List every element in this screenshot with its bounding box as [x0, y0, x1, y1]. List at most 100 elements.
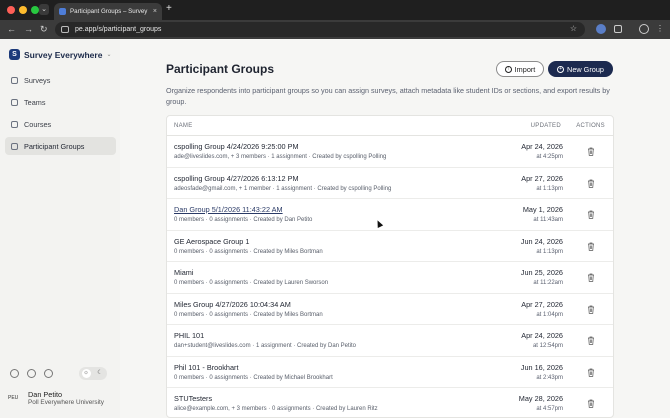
sidebar-item-label: Teams: [24, 97, 46, 107]
new-group-label: New Group: [567, 64, 604, 74]
updated-time: at 4:57pm: [536, 406, 563, 412]
more-menu-icon[interactable]: ⋮: [656, 24, 664, 34]
app-container: S Survey Everywhere ⌄ Surveys Teams Cour…: [0, 39, 670, 418]
group-name[interactable]: Phil 101 - Brookhart: [174, 363, 239, 372]
sidebar-item-surveys[interactable]: Surveys: [5, 71, 116, 89]
tab-search-button[interactable]: ⌄: [39, 4, 49, 15]
updated-date: Apr 24, 2026: [521, 142, 563, 151]
clipboard-icon: [11, 76, 18, 84]
table-row[interactable]: STUTesters alice@example.com, + 3 members…: [167, 388, 613, 417]
bookmark-star-icon[interactable]: ☆: [570, 24, 577, 33]
address-bar[interactable]: pe.app/s/participant_groups ☆: [55, 22, 585, 37]
group-name[interactable]: Miami: [174, 268, 193, 277]
moon-icon[interactable]: ☾: [96, 369, 105, 378]
column-header-actions: ACTIONS: [576, 123, 605, 129]
support-icon[interactable]: [44, 369, 53, 378]
new-group-button[interactable]: + New Group: [548, 61, 613, 77]
site-info-icon[interactable]: [61, 26, 69, 33]
sidebar-item-participant-groups[interactable]: Participant Groups: [5, 137, 116, 155]
updated-date: May 1, 2026: [522, 205, 563, 214]
updated-date: Apr 24, 2026: [521, 331, 563, 340]
trash-icon[interactable]: [587, 179, 595, 188]
updated-date: Jun 25, 2026: [520, 268, 563, 277]
group-name[interactable]: cspolling Group 4/24/2026 9:25:00 PM: [174, 142, 299, 151]
table-header: NAME UPDATED ACTIONS: [167, 116, 613, 136]
url-text: pe.app/s/participant_groups: [75, 26, 162, 33]
import-button[interactable]: ↑ Import: [496, 61, 544, 77]
trash-icon[interactable]: [587, 305, 595, 314]
back-arrow-icon[interactable]: ←: [7, 23, 16, 35]
sidebar-utility-icons: [10, 369, 53, 378]
brand[interactable]: S Survey Everywhere ⌄: [9, 49, 111, 60]
group-name[interactable]: Miles Group 4/27/2026 10:04:34 AM: [174, 300, 291, 309]
column-header-updated: UPDATED: [530, 123, 561, 129]
trash-icon[interactable]: [587, 273, 595, 282]
table-row[interactable]: GE Aerospace Group 1 0 members · 0 assign…: [167, 231, 613, 262]
updated-date: Jun 16, 2026: [520, 362, 563, 372]
trash-icon[interactable]: [587, 399, 595, 408]
group-name[interactable]: PHIL 101: [174, 331, 204, 340]
group-name[interactable]: Dan Group 5/1/2026 11:43:22 AM: [174, 205, 283, 214]
reload-icon[interactable]: ↻: [40, 23, 48, 35]
updated-time: at 12:54pm: [532, 343, 563, 349]
trash-icon[interactable]: [587, 210, 595, 219]
sidebar-item-teams[interactable]: Teams: [5, 93, 116, 111]
help-icon[interactable]: [10, 369, 19, 378]
maximize-window-button[interactable]: [31, 6, 39, 14]
table-row[interactable]: Miles Group 4/27/2026 10:04:34 AM 0 membe…: [167, 294, 613, 325]
updated-time: at 1:13pm: [536, 185, 563, 192]
user-profile[interactable]: PEU Dan Petito Poll Everywhere Universit…: [8, 390, 104, 406]
chevron-down-icon: ⌄: [106, 52, 112, 58]
group-meta: dan+student@liveslides.com · 1 assignmen…: [174, 343, 357, 349]
profile-icon[interactable]: [639, 24, 649, 34]
close-tab-icon[interactable]: ×: [153, 8, 157, 15]
settings-icon[interactable]: [27, 369, 36, 378]
table-row[interactable]: cspolling Group 4/24/2026 9:25:00 PM ade@…: [167, 136, 613, 168]
group-name[interactable]: STUTesters: [174, 394, 212, 403]
table-row[interactable]: cspolling Group 4/27/2026 6:13:12 PM adeo…: [167, 168, 613, 199]
brand-name: Survey Everywhere: [24, 49, 103, 60]
sidebar-item-courses[interactable]: Courses: [5, 115, 116, 133]
trash-icon[interactable]: [587, 368, 595, 377]
group-meta: alice@example.com, + 3 members · 0 assig…: [174, 406, 378, 412]
column-header-name: NAME: [174, 123, 193, 129]
updated-time: at 1:04pm: [536, 311, 563, 318]
folder-icon: [11, 120, 18, 128]
sidebar: S Survey Everywhere ⌄ Surveys Teams Cour…: [0, 39, 120, 418]
group-meta: 0 members · 0 assignments · Created by L…: [174, 280, 329, 286]
close-window-button[interactable]: [7, 6, 15, 14]
sidebar-item-label: Participant Groups: [24, 141, 85, 151]
group-name[interactable]: cspolling Group 4/27/2026 6:13:12 PM: [174, 174, 299, 183]
extensions-puzzle-icon[interactable]: [614, 25, 622, 33]
updated-date: May 28, 2026: [518, 394, 563, 403]
group-meta: adeosfade@gmail.com, + 1 member · 1 assi…: [174, 185, 392, 192]
trash-icon[interactable]: [587, 147, 595, 156]
updated-time: at 2:43pm: [536, 374, 563, 381]
browser-tab[interactable]: Participant Groups – Survey E ×: [54, 3, 162, 20]
sun-icon[interactable]: ☼: [81, 369, 91, 378]
trash-icon[interactable]: [587, 336, 595, 345]
table-row[interactable]: Miami 0 members · 0 assignments · Created…: [167, 262, 613, 294]
trash-icon[interactable]: [587, 242, 595, 251]
table-row[interactable]: Phil 101 - Brookhart 0 members · 0 assign…: [167, 357, 613, 388]
browser-tab-bar: ⌄ Participant Groups – Survey E × +: [0, 0, 670, 20]
new-tab-button[interactable]: +: [166, 4, 172, 14]
updated-time: at 11:22am: [533, 280, 563, 286]
forward-arrow-icon[interactable]: →: [24, 23, 33, 35]
table-row[interactable]: PHIL 101 dan+student@liveslides.com · 1 a…: [167, 325, 613, 357]
extension-icon[interactable]: [596, 24, 606, 34]
plus-icon: +: [557, 65, 565, 73]
team-icon: [11, 98, 18, 106]
minimize-window-button[interactable]: [19, 6, 27, 14]
updated-date: Jun 24, 2026: [520, 236, 563, 246]
theme-toggle[interactable]: ☼ ☾: [79, 367, 107, 380]
sidebar-item-label: Courses: [24, 119, 52, 129]
import-label: Import: [514, 64, 536, 74]
browser-toolbar: ← → ↻ pe.app/s/participant_groups ☆ ⋮: [0, 20, 670, 39]
page-description: Organize respondents into participant gr…: [166, 86, 610, 106]
table-row[interactable]: Dan Group 5/1/2026 11:43:22 AM 0 members …: [167, 199, 613, 231]
updated-time: at 11:43am: [533, 217, 563, 223]
group-name[interactable]: GE Aerospace Group 1: [174, 237, 249, 246]
user-org: Poll Everywhere University: [28, 399, 105, 406]
people-icon: [11, 142, 18, 150]
